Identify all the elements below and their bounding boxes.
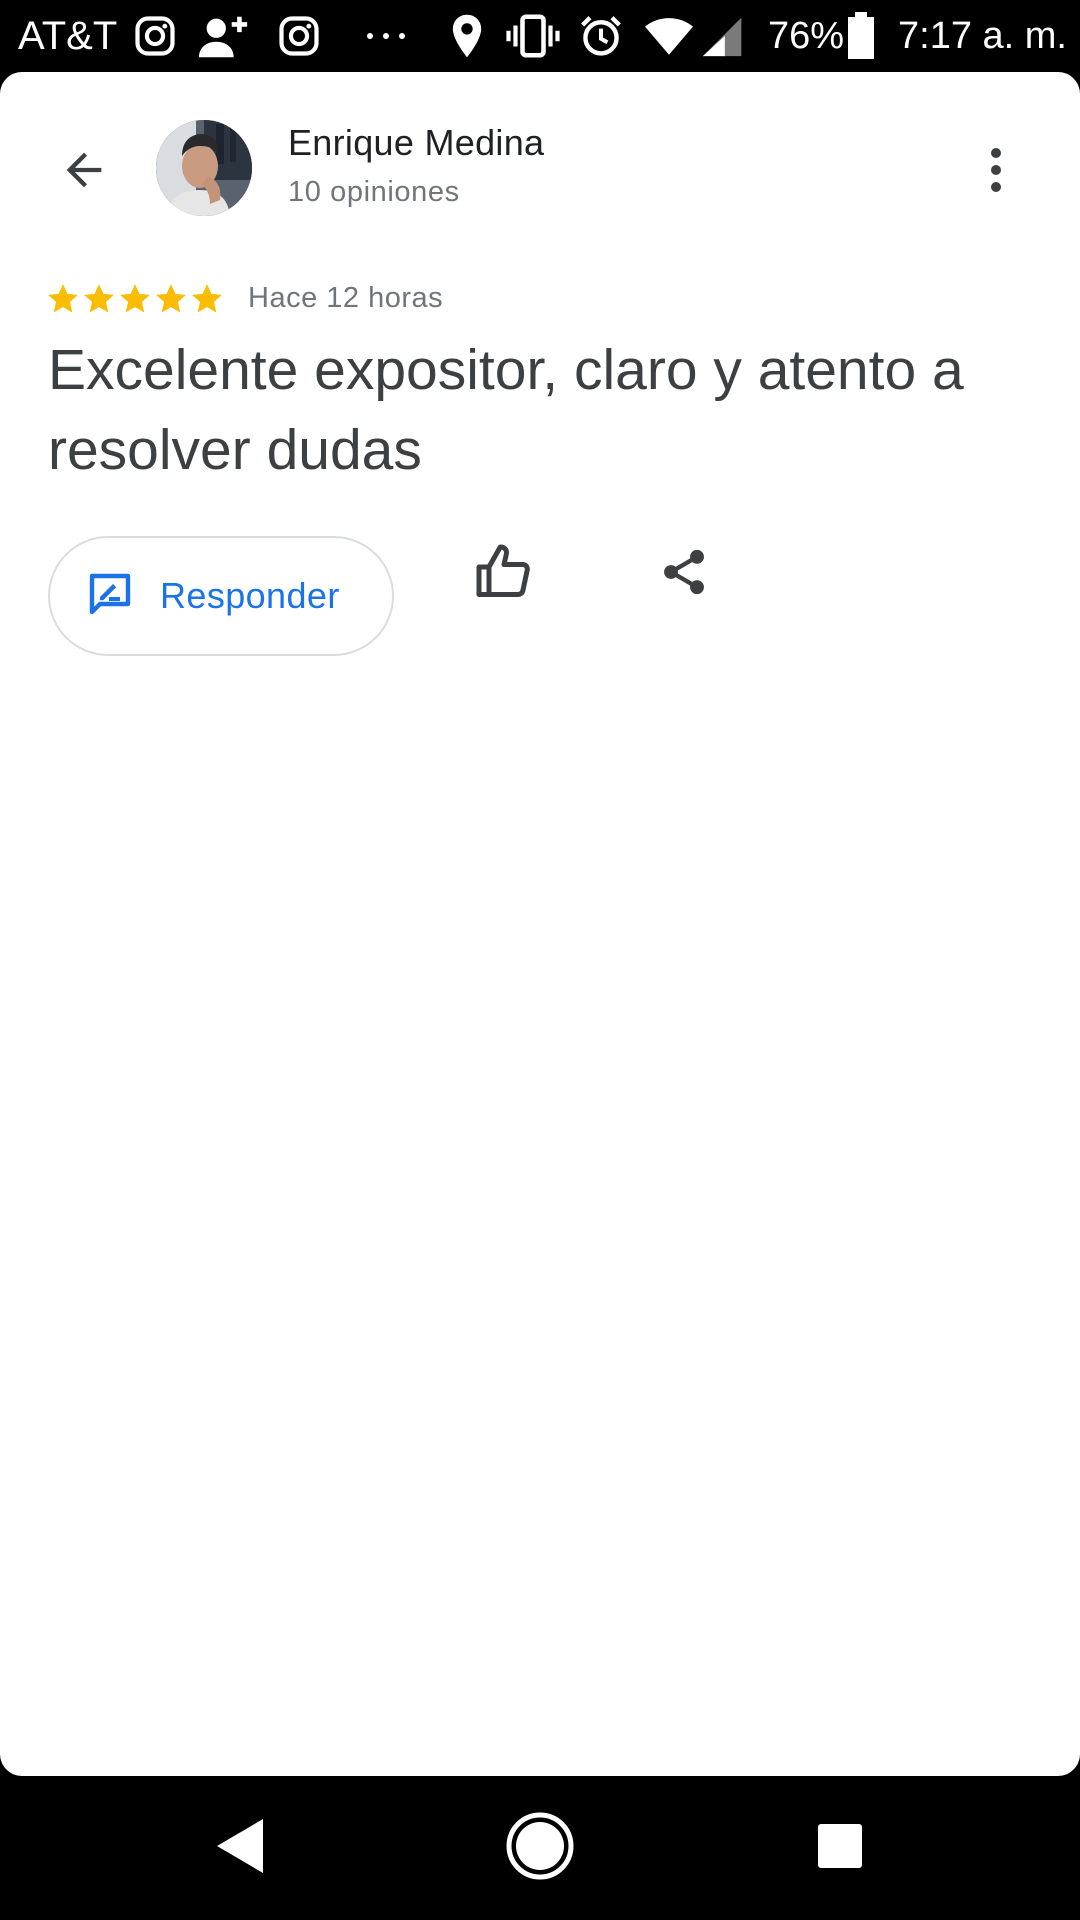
star-icon — [156, 284, 186, 313]
review-time: Hace 12 horas — [248, 282, 444, 314]
navigation-bar — [0, 1776, 1080, 1920]
review-card: Enrique Medina 10 opiniones Hace 12 hora… — [0, 72, 1080, 1776]
nav-recents-icon — [816, 1822, 864, 1875]
nav-back-icon — [211, 1815, 269, 1882]
battery-percent: 76% — [768, 15, 845, 57]
wifi-icon — [642, 12, 696, 60]
star-icon — [120, 284, 150, 313]
instagram-icon — [276, 12, 322, 60]
battery-icon — [846, 12, 876, 60]
share-button[interactable] — [646, 536, 722, 612]
nav-back-button[interactable] — [196, 1804, 284, 1892]
person-add-icon — [196, 12, 252, 60]
author-name[interactable]: Enrique Medina — [288, 122, 544, 164]
reply-label: Responder — [160, 575, 340, 616]
instagram-icon — [132, 12, 178, 60]
nav-home-icon — [505, 1811, 575, 1886]
more-notifications-icon — [362, 12, 410, 60]
carrier-label: AT&T — [18, 14, 118, 58]
location-icon — [448, 12, 486, 60]
avatar[interactable] — [156, 120, 252, 216]
star-icon — [48, 284, 78, 313]
reply-button[interactable]: Responder — [48, 536, 394, 656]
status-bar: AT&T 76% 7:17 a. m. — [0, 0, 1080, 72]
nav-home-button[interactable] — [496, 1804, 584, 1892]
share-icon — [658, 546, 710, 603]
thumb-up-icon — [474, 542, 534, 607]
rate-review-icon — [86, 570, 134, 623]
arrow-back-icon — [58, 144, 110, 201]
more-options-button[interactable] — [970, 136, 1022, 208]
nav-recents-button[interactable] — [796, 1804, 884, 1892]
review-count: 10 opiniones — [288, 176, 460, 208]
more-vert-icon — [989, 147, 1003, 198]
clock: 7:17 a. m. — [898, 15, 1067, 57]
alarm-icon — [578, 12, 624, 60]
star-rating — [46, 282, 224, 316]
star-icon — [192, 284, 222, 313]
vibrate-icon — [504, 12, 562, 60]
star-icon — [84, 284, 114, 313]
signal-icon — [700, 12, 746, 60]
review-text: Excelente expositor, claro y atento a re… — [48, 338, 964, 482]
like-button[interactable] — [466, 536, 542, 612]
back-button[interactable] — [44, 132, 124, 212]
